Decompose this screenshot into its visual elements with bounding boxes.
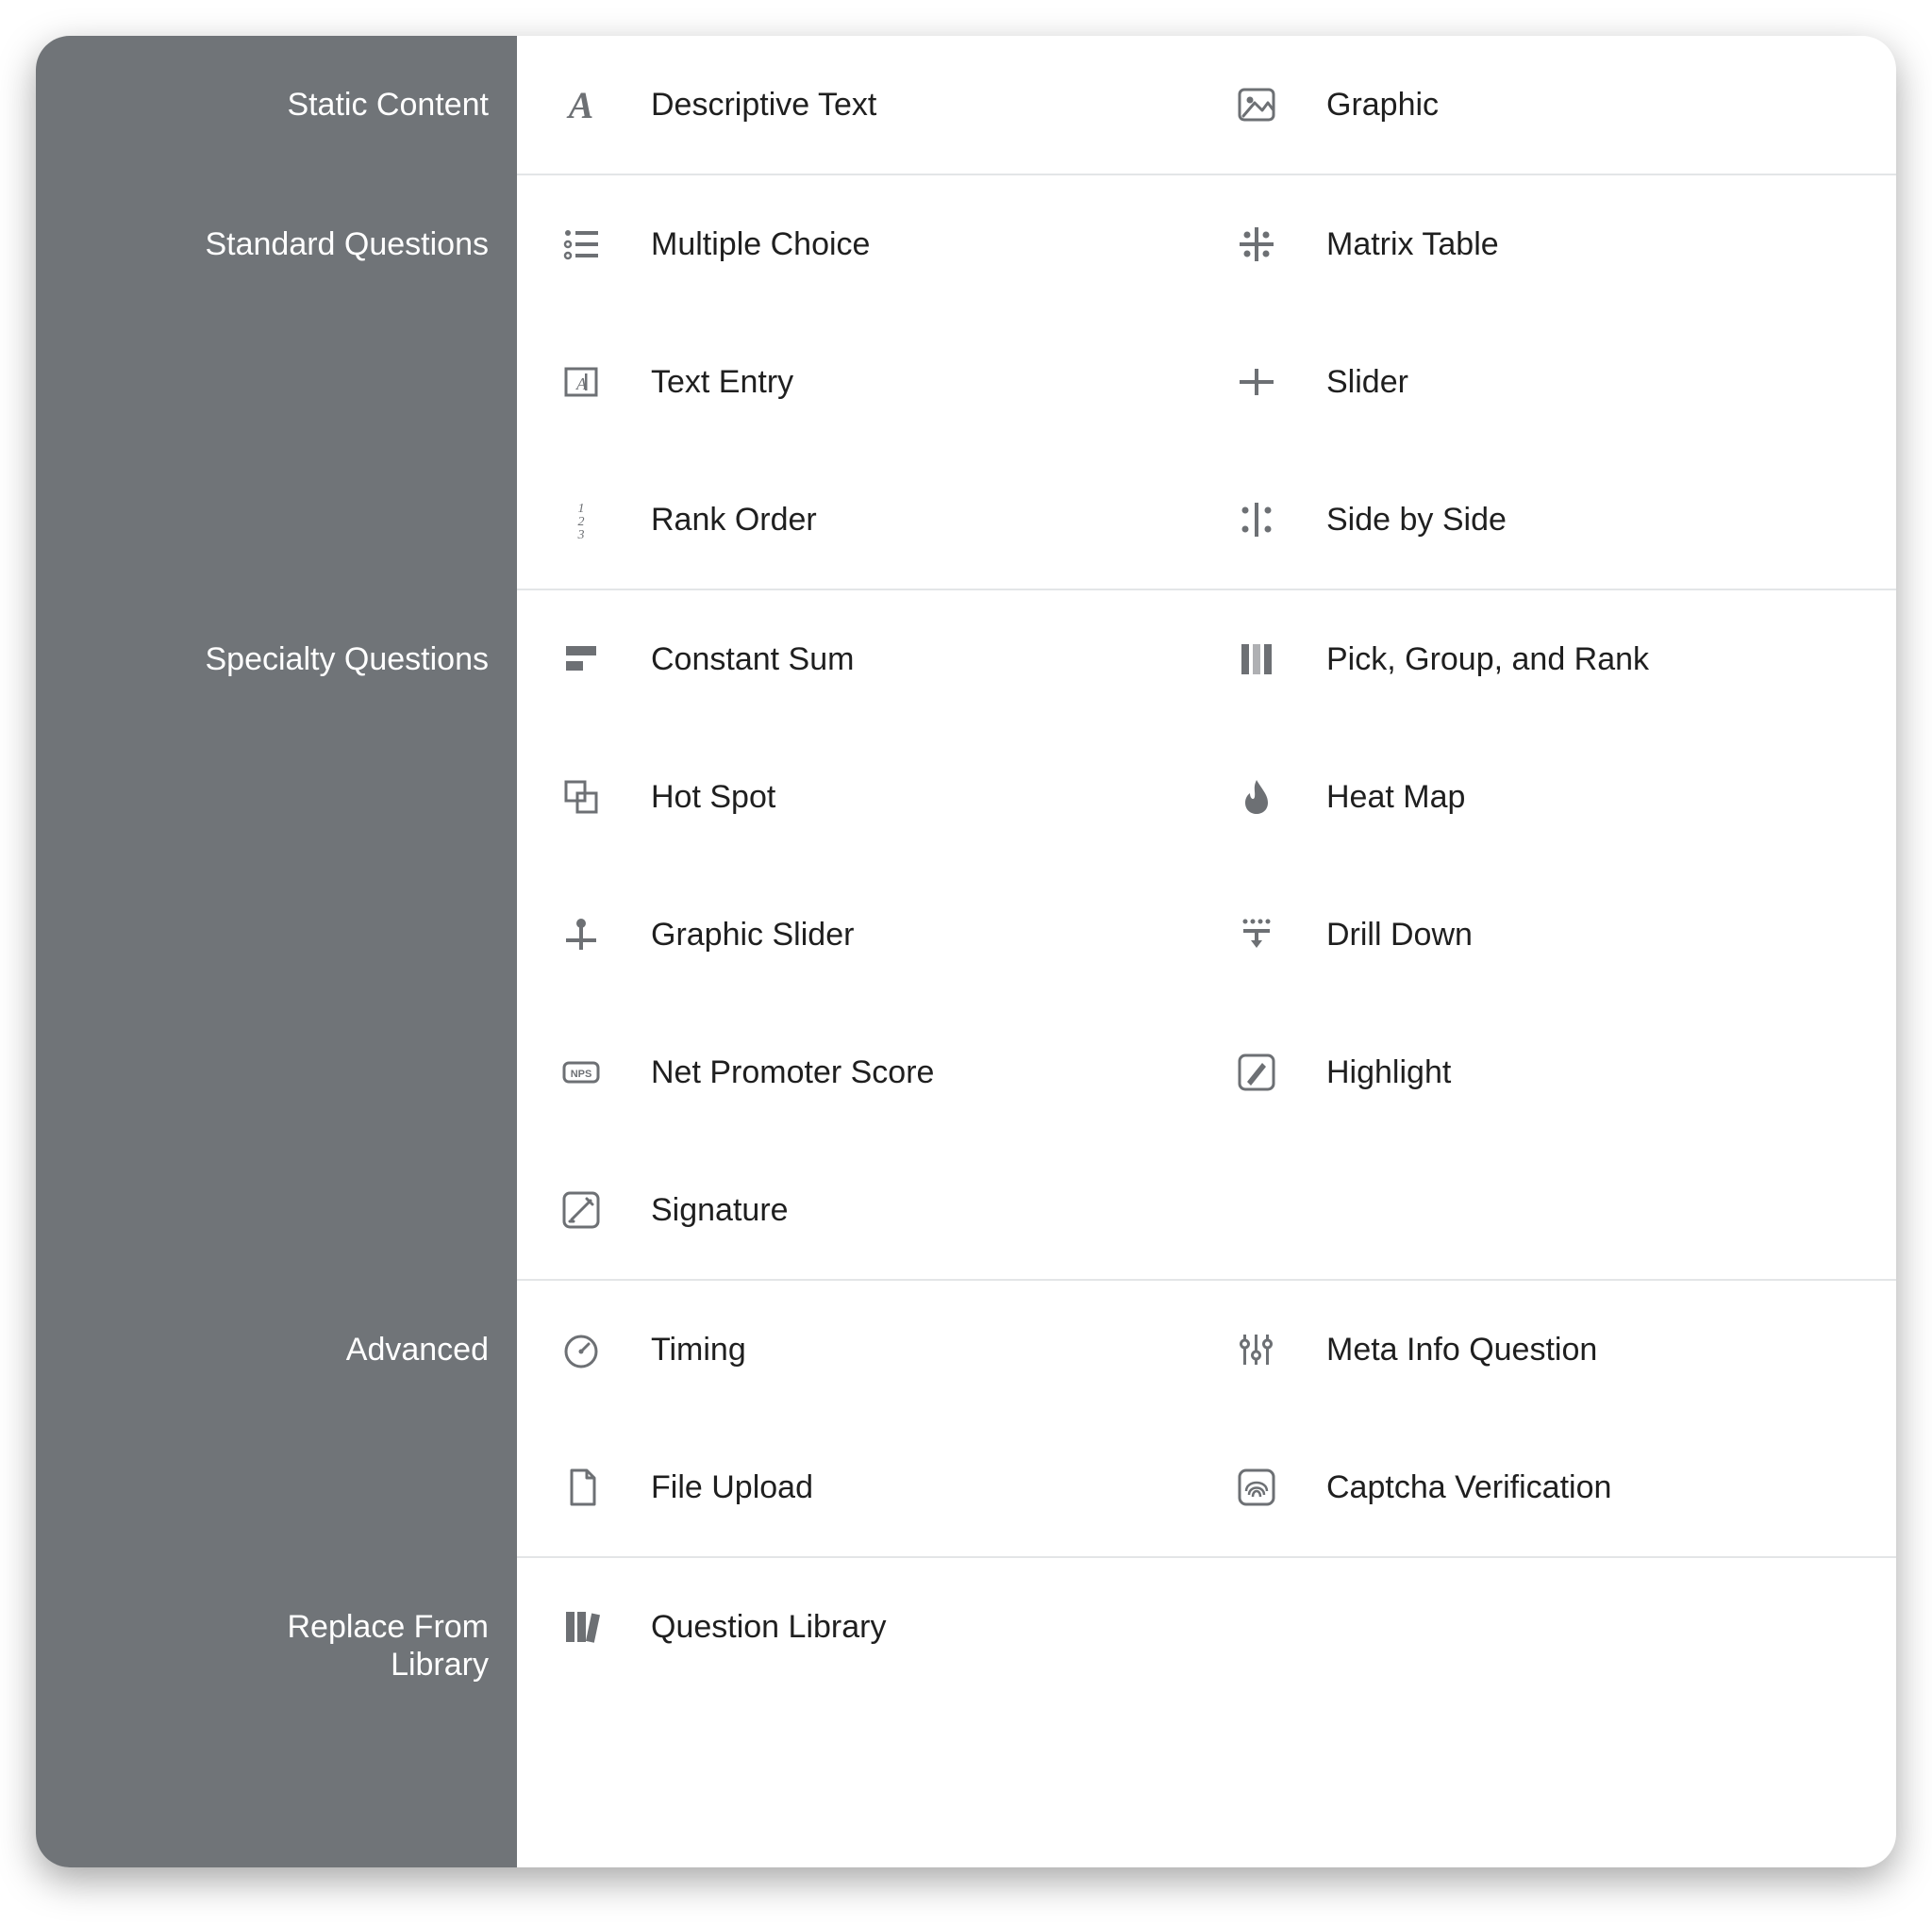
question-type-question_library[interactable]: Question Library [536,1558,1202,1696]
question-type-timing[interactable]: Timing [536,1281,1202,1418]
question-type-label: Constant Sum [651,641,854,678]
question-type-list: Descriptive Text Graphic Multiple Choice Ma… [517,36,1896,1867]
file-icon [555,1461,608,1514]
question-type-signature[interactable]: Signature [536,1141,1202,1279]
category-label-standard[interactable]: Standard Questions [205,225,489,263]
question-type-nps[interactable]: Net Promoter Score [536,1003,1202,1141]
overlap-squares-icon [555,771,608,823]
question-type-slider[interactable]: Slider [1211,313,1877,451]
question-type-meta_info[interactable]: Meta Info Question [1211,1281,1877,1418]
books-icon [555,1601,608,1653]
side-by-side-icon [1230,493,1283,546]
question-type-captcha[interactable]: Captcha Verification [1211,1418,1877,1556]
bullet-list-icon [555,218,608,271]
stopwatch-icon [555,1323,608,1376]
graphic-slider-icon [555,908,608,961]
question-type-label: Net Promoter Score [651,1054,934,1091]
drill-down-icon [1230,908,1283,961]
question-type-pick_group_rank[interactable]: Pick, Group, and Rank [1211,590,1877,728]
question-type-label: Rank Order [651,502,817,539]
question-type-picker-panel: Static Content Standard Questions Specialt… [36,36,1896,1867]
highlight-pen-icon [1230,1046,1283,1099]
question-type-label: Signature [651,1192,789,1229]
section-library: Question Library [517,1558,1896,1696]
question-type-multiple_choice[interactable]: Multiple Choice [536,175,1202,313]
category-label-specialty[interactable]: Specialty Questions [206,640,490,678]
section-advanced: Timing Meta Info Question File Upload Captc… [517,1281,1896,1558]
sliders-vertical-icon [1230,1323,1283,1376]
question-type-text_entry[interactable]: Text Entry [536,313,1202,451]
question-type-label: Meta Info Question [1326,1332,1597,1368]
question-type-label: Text Entry [651,364,793,401]
question-type-constant_sum[interactable]: Constant Sum [536,590,1202,728]
category-label-static[interactable]: Static Content [287,86,489,124]
question-type-label: Slider [1326,364,1408,401]
matrix-icon [1230,218,1283,271]
category-sidebar: Static Content Standard Questions Specialt… [36,36,517,1867]
image-icon [1230,78,1283,131]
section-static: Descriptive Text Graphic [517,36,1896,175]
question-type-label: Heat Map [1326,779,1465,816]
question-type-file_upload[interactable]: File Upload [536,1418,1202,1556]
question-type-label: Graphic [1326,87,1439,124]
question-type-label: Pick, Group, and Rank [1326,641,1649,678]
category-label-library[interactable]: Replace From Library [287,1608,489,1684]
question-type-label: Drill Down [1326,917,1473,954]
question-type-heat_map[interactable]: Heat Map [1211,728,1877,866]
section-specialty: Constant Sum Pick, Group, and Rank Hot Spo… [517,590,1896,1281]
signature-icon [555,1184,608,1236]
question-type-label: Descriptive Text [651,87,876,124]
question-type-label: Hot Spot [651,779,775,816]
question-type-rank_order[interactable]: Rank Order [536,451,1202,589]
fingerprint-icon [1230,1461,1283,1514]
question-type-label: Graphic Slider [651,917,854,954]
question-type-label: Multiple Choice [651,226,870,263]
question-type-label: File Upload [651,1469,813,1506]
question-type-graphic_slider[interactable]: Graphic Slider [536,866,1202,1003]
question-type-label: Matrix Table [1326,226,1499,263]
question-type-matrix[interactable]: Matrix Table [1211,175,1877,313]
columns-icon [1230,633,1283,686]
question-type-highlight[interactable]: Highlight [1211,1003,1877,1141]
text-cursor-icon [555,356,608,408]
section-standard: Multiple Choice Matrix Table Text Entry Sli… [517,175,1896,590]
question-type-label: Side by Side [1326,502,1507,539]
question-type-graphic[interactable]: Graphic [1211,36,1877,174]
bars-horizontal-icon [555,633,608,686]
flame-icon [1230,771,1283,823]
slider-handle-icon [1230,356,1283,408]
question-type-label: Question Library [651,1609,886,1646]
nps-badge-icon [555,1046,608,1099]
question-type-label: Highlight [1326,1054,1451,1091]
category-label-advanced[interactable]: Advanced [346,1331,489,1368]
letter-a-icon [555,78,608,131]
numbered-list-icon [555,493,608,546]
question-type-hot_spot[interactable]: Hot Spot [536,728,1202,866]
question-type-descriptive[interactable]: Descriptive Text [536,36,1202,174]
question-type-drill_down[interactable]: Drill Down [1211,866,1877,1003]
question-type-label: Timing [651,1332,746,1368]
question-type-label: Captcha Verification [1326,1469,1611,1506]
question-type-side_by_side[interactable]: Side by Side [1211,451,1877,589]
